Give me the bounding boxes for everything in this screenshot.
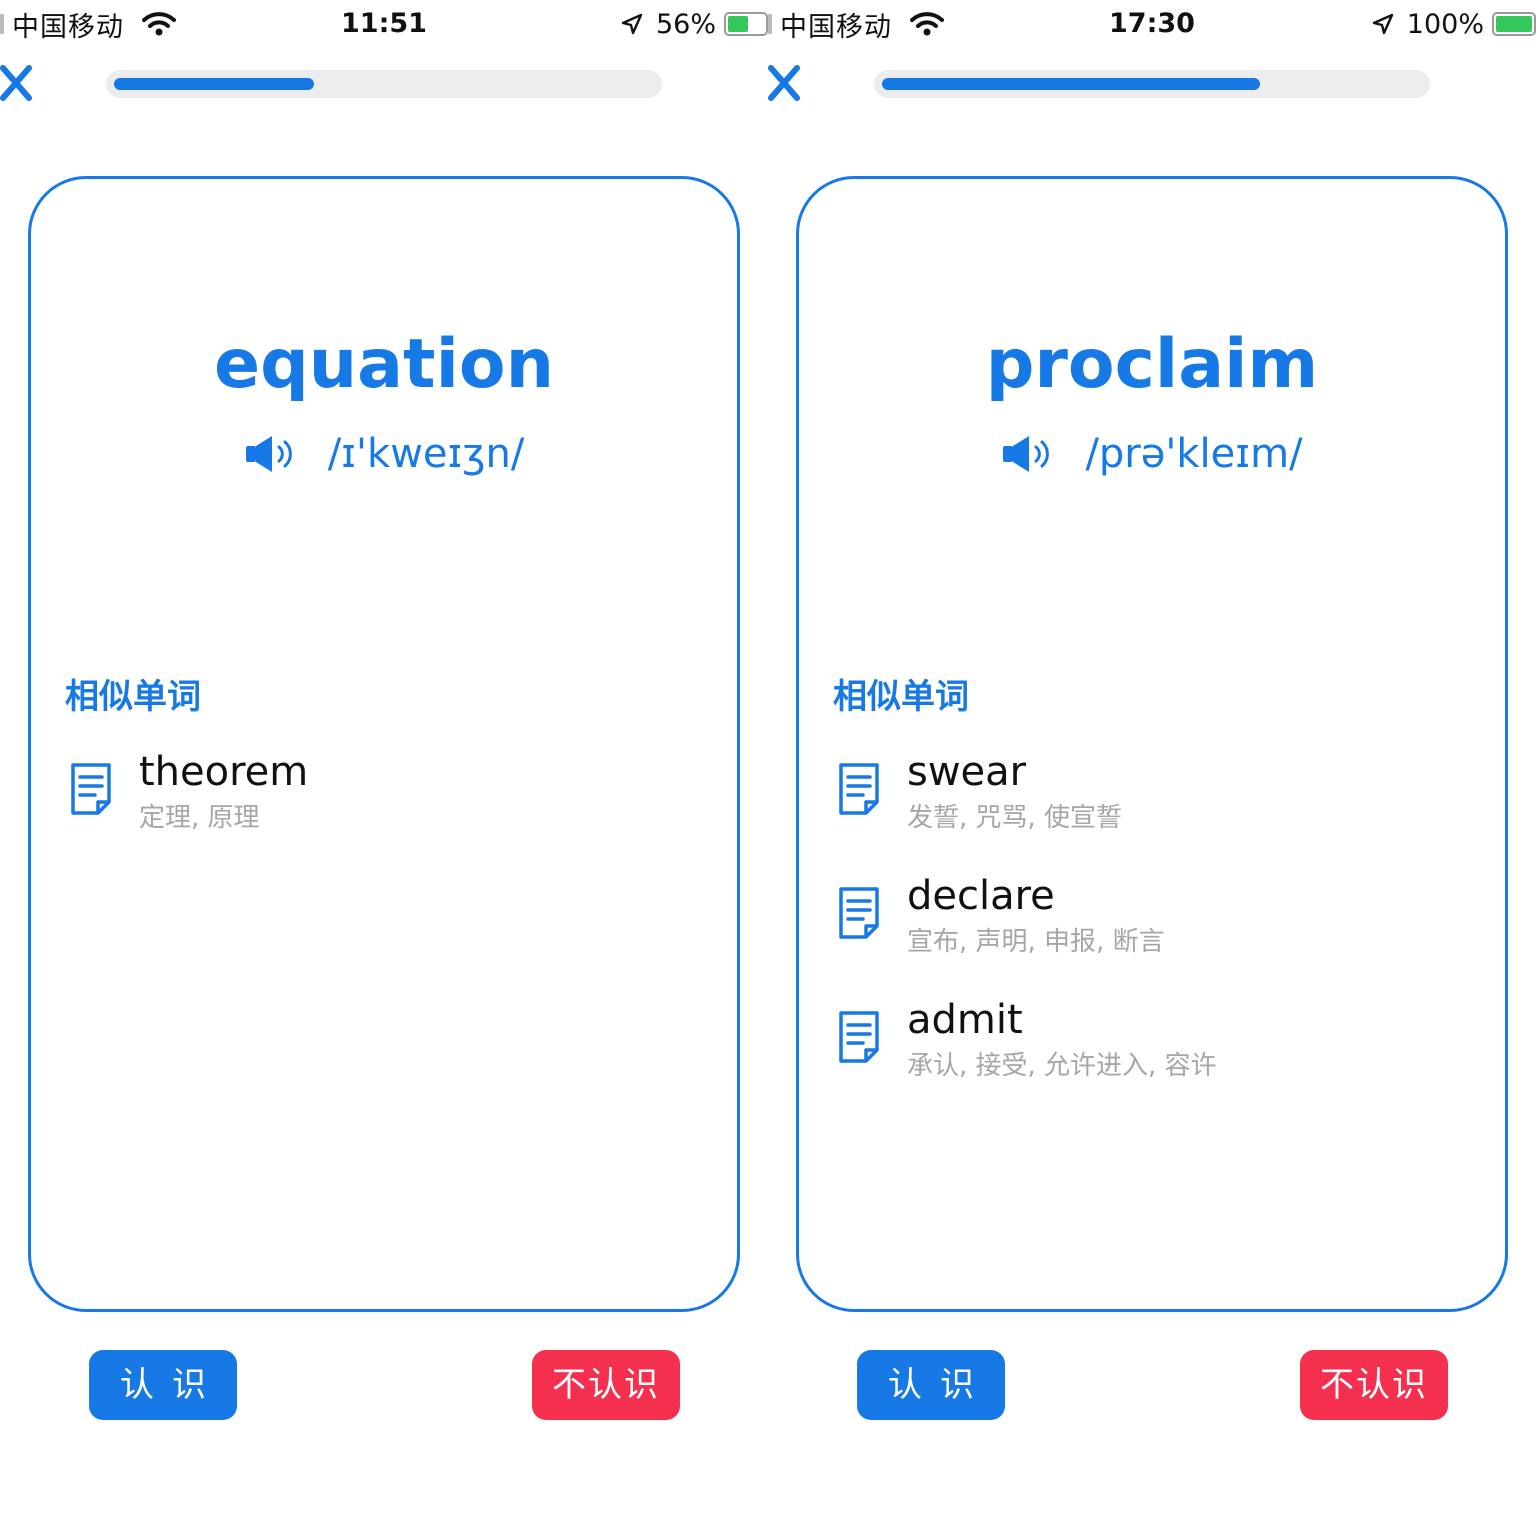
phonetic: /ɪ'kweɪʒn/	[327, 431, 525, 477]
similar-word-item[interactable]: swear 发誓, 咒骂, 使宣誓	[833, 744, 1485, 868]
document-icon	[839, 1011, 879, 1063]
battery-percent: 100%	[1406, 8, 1484, 40]
document-icon	[71, 763, 111, 815]
progress-fill	[114, 78, 314, 90]
battery-percent: 56%	[655, 8, 716, 40]
document-icon	[839, 887, 879, 939]
similar-words-list: swear 发誓, 咒骂, 使宣誓 declare 宣布, 声明, 申报, 断言	[833, 744, 1485, 1116]
battery-icon	[724, 12, 768, 36]
similar-words-list: theorem 定理, 原理	[65, 744, 717, 868]
similar-words-title: 相似单词	[65, 677, 201, 717]
dont-know-button[interactable]: 不认识	[1300, 1350, 1448, 1420]
know-button[interactable]: 认识	[89, 1350, 237, 1420]
battery-fill	[728, 16, 749, 32]
similar-word-meaning: 宣布, 声明, 申报, 断言	[907, 927, 1165, 957]
status-bar: 中国移动 11:51 56%	[0, 0, 768, 46]
phonetic: /prə'kleɪm/	[1085, 431, 1303, 477]
document-icon	[839, 763, 879, 815]
word-title: equation	[213, 325, 555, 404]
progress-fill	[882, 78, 1260, 90]
speaker-icon[interactable]	[1001, 434, 1055, 474]
status-bar: 中国移动 17:30 100%	[768, 0, 1536, 46]
close-icon[interactable]	[768, 62, 804, 104]
left-screen: 中国移动 11:51 56% equation /ɪ'kweɪʒn/ 相似单词 …	[0, 0, 768, 1534]
similar-word: swear	[907, 749, 1027, 795]
location-icon	[1372, 13, 1393, 35]
similar-word-item[interactable]: admit 承认, 接受, 允许进入, 容许	[833, 992, 1485, 1116]
word-card: equation /ɪ'kweɪʒn/ 相似单词 theorem 定理, 原理	[28, 176, 740, 1312]
dont-know-button[interactable]: 不认识	[532, 1350, 680, 1420]
location-icon	[621, 13, 643, 35]
word-card: proclaim /prə'kleɪm/ 相似单词 swear 发誓, 咒骂, …	[796, 176, 1508, 1312]
pronunciation-row: /prə'kleɪm/	[799, 427, 1505, 481]
similar-word-item[interactable]: theorem 定理, 原理	[65, 744, 717, 868]
similar-word-meaning: 定理, 原理	[139, 803, 260, 833]
battery-fill	[1496, 16, 1532, 32]
similar-words-title: 相似单词	[833, 677, 969, 717]
progress-bar	[874, 70, 1430, 98]
speaker-icon[interactable]	[244, 434, 298, 474]
battery-icon	[1492, 12, 1536, 36]
know-button[interactable]: 认识	[857, 1350, 1005, 1420]
similar-word-meaning: 承认, 接受, 允许进入, 容许	[907, 1051, 1217, 1081]
pronunciation-row: /ɪ'kweɪʒn/	[31, 427, 737, 481]
right-screen: 中国移动 17:30 100% proclaim /prə'kleɪm/ 相似单…	[768, 0, 1536, 1534]
similar-word-meaning: 发誓, 咒骂, 使宣誓	[907, 803, 1123, 833]
similar-word-item[interactable]: declare 宣布, 声明, 申报, 断言	[833, 868, 1485, 992]
similar-word: admit	[907, 997, 1023, 1043]
similar-word: theorem	[139, 749, 309, 795]
similar-word: declare	[907, 873, 1055, 919]
word-title: proclaim	[985, 325, 1319, 404]
progress-bar	[106, 70, 662, 98]
close-icon[interactable]	[0, 62, 36, 104]
